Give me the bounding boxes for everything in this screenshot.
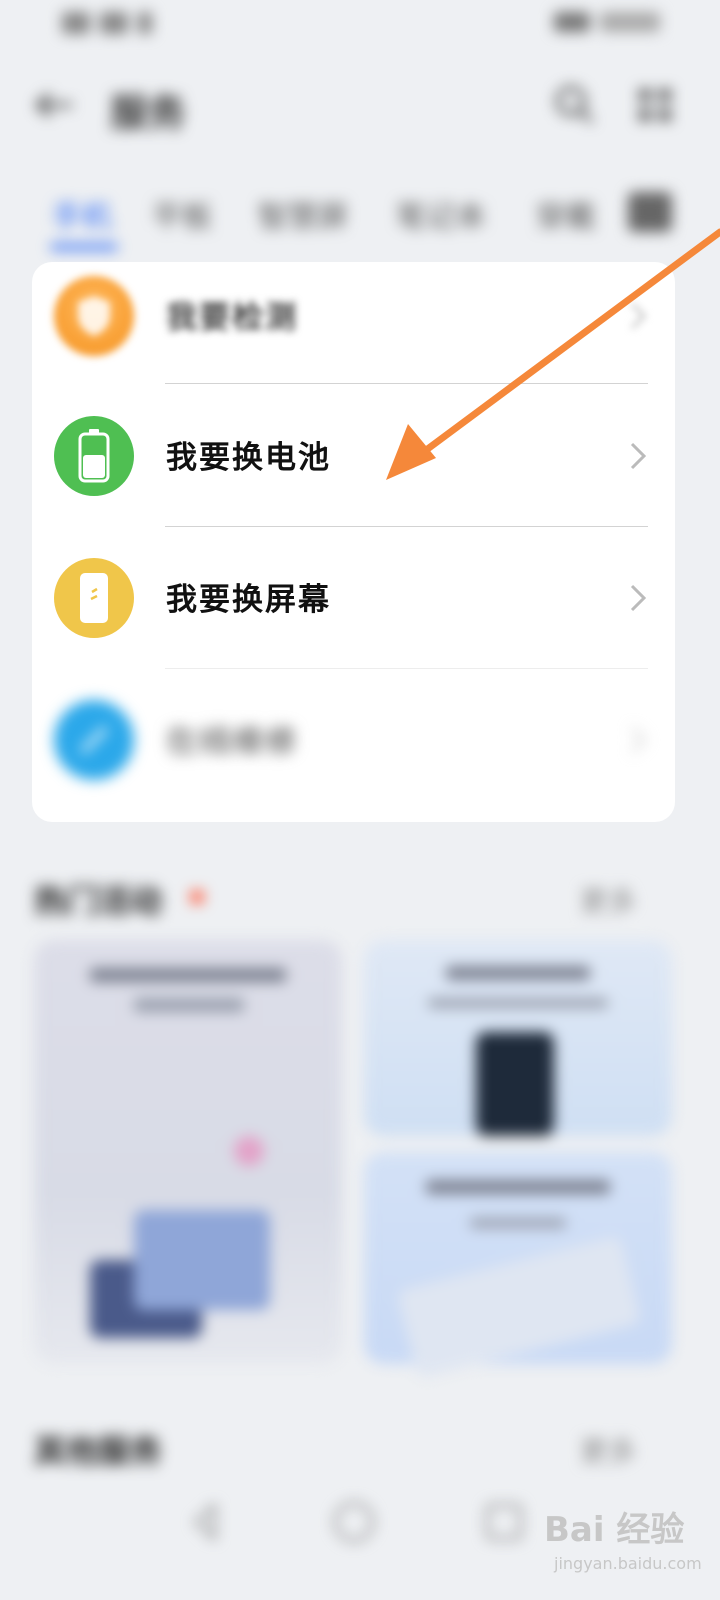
wifi-icon — [100, 12, 128, 34]
list-item-battery[interactable]: 我要换电池 — [32, 384, 675, 526]
list-item-detect[interactable]: 我要检测 — [32, 244, 675, 386]
phone-screen-icon — [54, 558, 134, 638]
hot-badge — [190, 890, 204, 904]
list-item-screen[interactable]: 我要换屏幕 — [32, 526, 675, 668]
back-arrow-icon[interactable] — [34, 90, 74, 120]
promo-card-small[interactable] — [364, 1152, 672, 1379]
nav-recent-icon[interactable] — [486, 1504, 522, 1540]
nav-home-icon[interactable] — [334, 1502, 374, 1542]
tab-menu-icon[interactable] — [628, 192, 672, 232]
service-list-card: 我要检测 我要换电池 我要换屏幕 在线维修 — [32, 262, 675, 822]
nav-back-icon[interactable] — [190, 1502, 220, 1542]
list-item-label: 我要检测 — [166, 300, 298, 336]
tab-phone[interactable]: 手机 — [52, 192, 112, 236]
list-item-label: 我要换电池 — [166, 440, 331, 476]
scan-icon[interactable] — [636, 86, 674, 124]
tab-smart-screen[interactable]: 智慧屏 — [258, 192, 348, 236]
chevron-right-icon — [630, 302, 647, 330]
status-right — [554, 12, 660, 32]
chevron-right-icon — [630, 726, 647, 754]
list-item-label: 我要换屏幕 — [166, 582, 331, 618]
battery-icon — [54, 416, 134, 496]
baidu-watermark: Bai 经验 jingyan.baidu.com — [540, 1492, 710, 1592]
tab-tablet[interactable]: 平板 — [152, 192, 212, 236]
watermark-brand: Bai 经验 — [544, 1510, 685, 1550]
promo-card-large[interactable] — [34, 940, 342, 1364]
search-icon[interactable] — [552, 82, 596, 126]
section-title: 其他服务 — [34, 1432, 163, 1470]
status-bar — [0, 0, 720, 52]
list-item-repair[interactable]: 在线维修 — [32, 668, 675, 810]
signal-icon — [62, 12, 90, 34]
watermark-url: jingyan.baidu.com — [554, 1554, 702, 1573]
promo-card-small[interactable] — [364, 940, 672, 1136]
chevron-right-icon — [630, 584, 647, 612]
clock — [600, 12, 660, 32]
battery-status-icon — [554, 12, 590, 32]
tab-laptop[interactable]: 笔记本 — [396, 192, 486, 236]
chevron-right-icon — [630, 442, 647, 470]
more-link[interactable]: 更多 — [580, 880, 636, 920]
wrench-icon — [54, 700, 134, 780]
page-title: 服务 — [110, 91, 187, 135]
signal-indicators — [62, 12, 152, 34]
tab-wearable[interactable]: 穿戴 — [536, 192, 596, 236]
app-header: 服务 — [0, 70, 720, 140]
notification-icon — [138, 12, 152, 34]
more-link[interactable]: 更多 — [580, 1430, 636, 1470]
list-item-label: 在线维修 — [166, 724, 298, 760]
shield-icon — [54, 276, 134, 356]
section-title: 热门活动 — [34, 882, 163, 920]
